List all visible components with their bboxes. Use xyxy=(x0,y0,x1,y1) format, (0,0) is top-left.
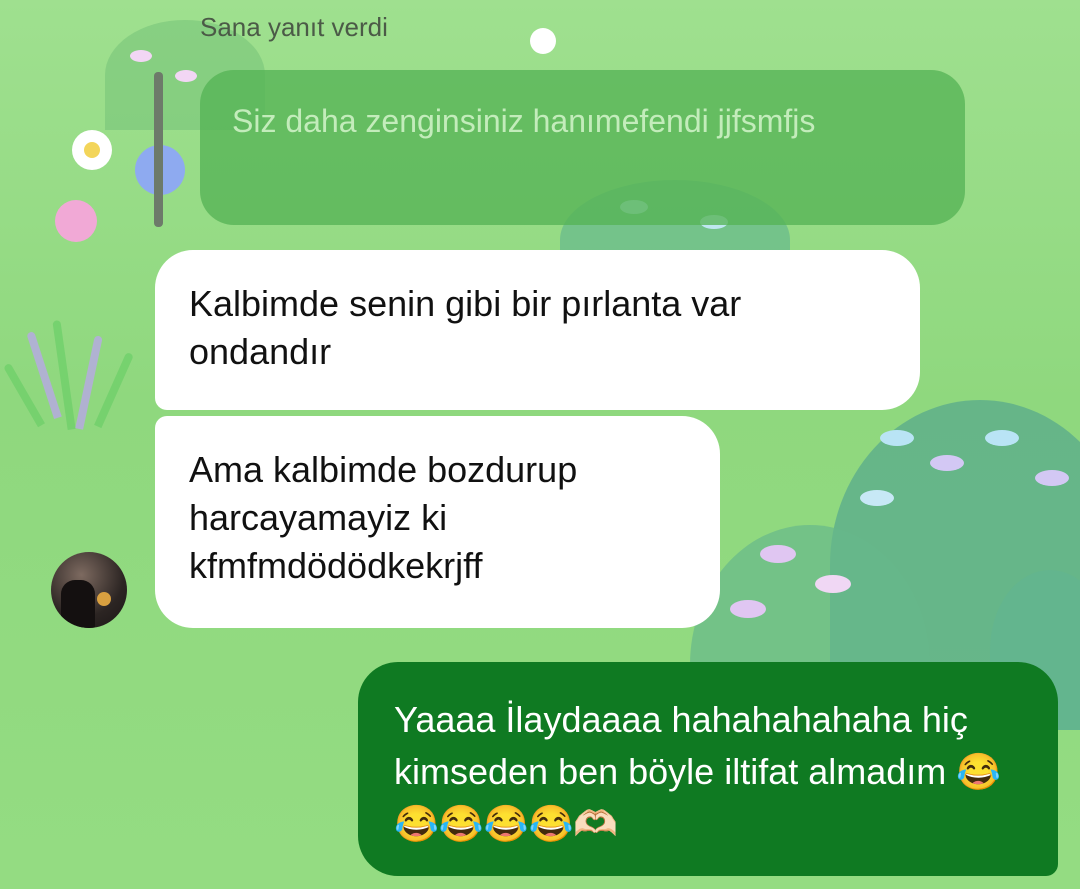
decor-dot xyxy=(815,575,851,593)
decor-dot xyxy=(985,430,1019,446)
decor-grass xyxy=(94,351,134,429)
avatar-figure xyxy=(61,580,95,628)
decor-dot xyxy=(175,70,197,82)
received-message[interactable]: Ama kalbimde bozdurup harcayamayiz ki kf… xyxy=(155,416,720,628)
reply-indicator-bar xyxy=(154,72,163,227)
decor-dot xyxy=(860,490,894,506)
avatar-lamp xyxy=(97,592,111,606)
sent-message[interactable]: Yaaaa İlaydaaaa hahahahahaha hiç kimsede… xyxy=(358,662,1058,876)
quoted-message[interactable]: Siz daha zenginsiniz hanımefendi jjfsmfj… xyxy=(200,70,965,225)
decor-flower xyxy=(55,200,97,242)
reply-label: Sana yanıt verdi xyxy=(200,12,388,42)
received-message[interactable]: Kalbimde senin gibi bir pırlanta var ond… xyxy=(155,250,920,410)
contact-avatar[interactable] xyxy=(51,552,127,628)
decor-dot xyxy=(1035,470,1069,486)
decor-dot xyxy=(930,455,964,471)
decor-dot xyxy=(130,50,152,62)
decor-dot xyxy=(730,600,766,618)
decor-dot xyxy=(880,430,914,446)
decor-flower xyxy=(530,28,556,54)
decor-dot xyxy=(760,545,796,563)
decor-flower xyxy=(84,142,100,158)
